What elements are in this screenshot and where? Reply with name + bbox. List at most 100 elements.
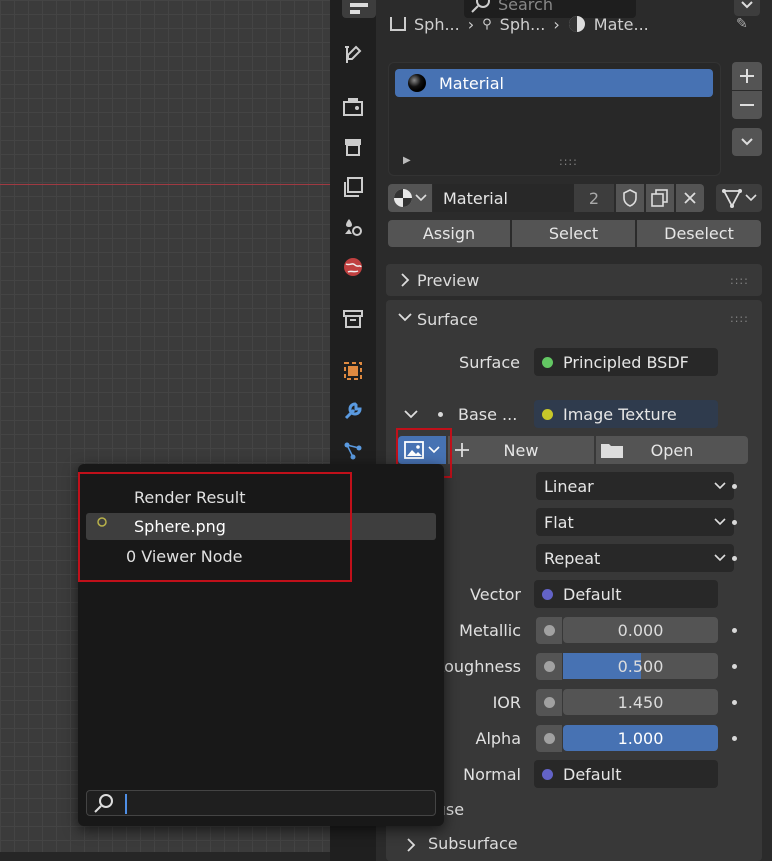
chevron-down-icon	[714, 554, 726, 562]
browse-material-button[interactable]	[388, 184, 432, 212]
open-image-button[interactable]: Open	[596, 436, 748, 464]
fake-user-shield-icon[interactable]	[616, 184, 644, 212]
open-image-label: Open	[650, 440, 694, 460]
mesh-data-icon	[722, 189, 742, 208]
plus-icon	[455, 443, 469, 457]
drag-grip-icon[interactable]: ::::	[730, 312, 749, 325]
tool-icon[interactable]	[338, 40, 368, 70]
image-browse-popup: Render Result Sphere.png 0 Viewer Node	[78, 464, 444, 826]
breadcrumb-item: Sph...	[414, 14, 460, 34]
material-slot-item[interactable]: Material	[395, 69, 713, 97]
alpha-socket-button[interactable]	[536, 725, 562, 752]
roughness-value: 0.500	[617, 656, 664, 676]
preview-panel-header[interactable]: Preview ::::	[386, 264, 762, 296]
mesh-icon: ⚲	[482, 16, 492, 32]
chevron-down-icon[interactable]	[404, 409, 418, 419]
render-icon[interactable]	[338, 92, 368, 122]
material-slot-name: Material	[439, 73, 504, 93]
surface-title: Surface	[417, 310, 478, 329]
vector-value: Default	[563, 584, 622, 604]
normal-value: Default	[563, 764, 622, 784]
shader-socket-icon	[542, 356, 553, 368]
input-dot-icon	[732, 664, 737, 669]
chevron-right-icon[interactable]	[406, 838, 418, 852]
normal-field[interactable]: Default	[534, 760, 718, 788]
float-socket-icon	[543, 697, 555, 708]
surface-label: Surface	[459, 353, 520, 372]
float-socket-icon	[543, 661, 555, 672]
unlink-close-icon[interactable]	[676, 184, 704, 212]
slot-specials-button[interactable]	[732, 128, 762, 156]
base-color-label: Base ...	[458, 405, 518, 424]
float-socket-icon	[543, 625, 555, 636]
add-slot-button[interactable]	[732, 62, 762, 90]
view-layer-icon[interactable]	[338, 172, 368, 202]
output-icon[interactable]	[338, 132, 368, 162]
roughness-slider[interactable]: 0.500	[563, 653, 718, 679]
input-dot-icon	[732, 736, 737, 741]
interpolation-dropdown[interactable]: Linear	[536, 472, 734, 500]
vector-socket-icon	[542, 768, 553, 780]
alpha-value: 1.000	[617, 728, 664, 748]
breadcrumb-separator-icon: ›	[553, 14, 560, 34]
breadcrumb: Sph... › ⚲ Sph... › Mate...	[390, 12, 730, 36]
object-icon[interactable]	[338, 356, 368, 386]
metallic-value: 0.000	[617, 620, 664, 640]
expand-triangle-icon[interactable]: ▶	[403, 155, 411, 166]
metallic-socket-button[interactable]	[536, 617, 562, 644]
projection-value: Flat	[544, 512, 574, 532]
resize-grip-icon[interactable]: ::::	[559, 155, 578, 168]
world-icon[interactable]	[338, 252, 368, 282]
subsurface-subpanel[interactable]: Subsurface	[428, 834, 518, 853]
x-axis-line	[0, 184, 330, 185]
duplicate-material-icon[interactable]	[646, 184, 674, 212]
new-image-label: New	[503, 440, 539, 460]
highlight-box	[78, 472, 352, 582]
ior-value: 1.450	[617, 692, 664, 712]
breadcrumb-separator-icon: ›	[467, 14, 475, 34]
extension-dropdown[interactable]: Repeat	[536, 544, 734, 572]
viewport-bottom-bar	[0, 852, 330, 861]
users-count[interactable]: 2	[574, 184, 614, 212]
deselect-button[interactable]: Deselect	[637, 220, 761, 247]
extension-value: Repeat	[544, 548, 601, 568]
collection-icon[interactable]	[338, 304, 368, 334]
roughness-socket-button[interactable]	[536, 653, 562, 680]
particles-icon[interactable]	[338, 436, 368, 466]
editor-type-icon[interactable]	[342, 0, 376, 18]
text-cursor	[125, 794, 127, 814]
surface-shader-field[interactable]: Principled BSDF	[534, 348, 718, 376]
material-name-field[interactable]: Material	[433, 184, 584, 212]
modifier-wrench-icon[interactable]	[338, 396, 368, 426]
options-chevron-icon[interactable]	[734, 0, 760, 16]
ior-socket-button[interactable]	[536, 689, 562, 716]
ior-slider[interactable]: 1.450	[563, 689, 718, 715]
drag-grip-icon[interactable]: ::::	[730, 274, 749, 287]
metallic-slider[interactable]: 0.000	[563, 617, 718, 643]
search-icon	[94, 794, 113, 813]
breadcrumb-item: Mate...	[593, 14, 649, 34]
pin-icon[interactable]: ✎	[736, 16, 748, 32]
material-icon	[568, 16, 585, 32]
scene-icon[interactable]	[338, 212, 368, 242]
float-socket-icon	[543, 733, 555, 744]
select-button[interactable]: Select	[512, 220, 635, 247]
material-slot-list[interactable]: Material ▶ ::::	[388, 62, 721, 176]
remove-slot-button[interactable]	[732, 91, 762, 119]
vector-field[interactable]: Default	[534, 580, 718, 608]
chevron-down-icon[interactable]	[398, 312, 412, 324]
chevron-down-icon	[714, 482, 726, 490]
popup-search-input[interactable]	[86, 790, 436, 816]
alpha-slider[interactable]: 1.000	[563, 725, 718, 751]
projection-dropdown[interactable]: Flat	[536, 508, 734, 536]
preview-title: Preview	[417, 271, 480, 290]
input-dot-icon	[732, 556, 737, 561]
input-dot-icon	[438, 412, 443, 417]
base-color-link-field[interactable]: Image Texture	[534, 400, 718, 428]
assign-button[interactable]: Assign	[388, 220, 510, 247]
material-sphere-icon	[408, 74, 426, 92]
color-socket-icon	[542, 408, 553, 420]
link-mode-button[interactable]	[716, 184, 762, 212]
chevron-down-icon	[714, 518, 726, 526]
new-image-button[interactable]: New	[448, 436, 594, 464]
